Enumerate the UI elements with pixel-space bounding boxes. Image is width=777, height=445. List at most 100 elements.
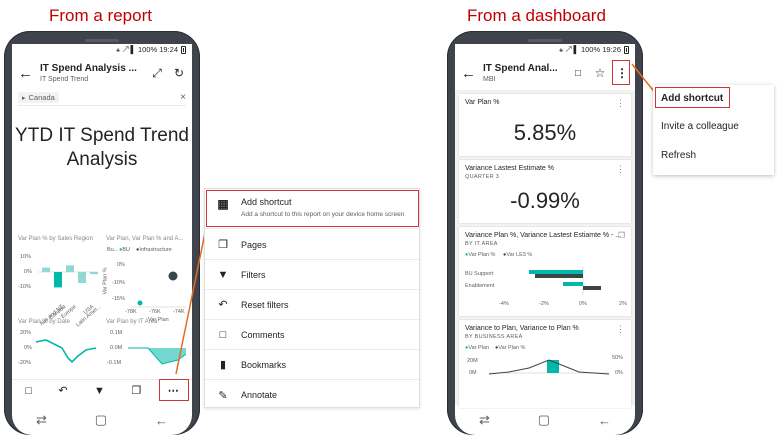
expand-icon[interactable]: ⤢	[150, 66, 164, 81]
bar-enablement-varplan	[563, 282, 583, 286]
earpiece	[85, 39, 119, 42]
chart3-ytick-0: 20%	[20, 330, 32, 336]
chart2-ytick-0: 0%	[117, 262, 125, 268]
tile3-xtick-0: -4%	[499, 301, 509, 307]
refresh-icon[interactable]: ↻	[172, 66, 186, 80]
tile-var-plan[interactable]: Var Plan % ⋮ 5.85%	[459, 94, 631, 156]
chart1-bars	[38, 265, 98, 288]
caption-from-dashboard: From a dashboard	[467, 6, 606, 25]
popup-add-shortcut-highlight	[655, 87, 730, 108]
tile4-combo	[489, 359, 609, 375]
chart2-ytick-2: -15%	[112, 296, 125, 302]
bar-enablement-le3	[583, 286, 601, 290]
chart1-bar-4	[90, 272, 98, 275]
status-text: ⚹ ↗ ▌ 100% 19:26	[558, 45, 621, 54]
comments-icon: □	[219, 328, 227, 341]
status-text: ⚹ ↗ ▌ 100% 19:24	[115, 45, 178, 54]
comments-toolbar-icon[interactable]: □	[25, 385, 32, 397]
comments-icon[interactable]: □	[571, 68, 585, 79]
battery-icon	[181, 46, 186, 54]
report-heading-line2: Analysis	[66, 149, 138, 170]
status-bar: ⚹ ↗ ▌ 100% 19:24	[12, 44, 192, 56]
reset-icon: ↶	[218, 299, 228, 311]
home-icon[interactable]: ▢	[95, 412, 107, 428]
tile-more-icon[interactable]: ⋮	[616, 324, 625, 335]
menu-item-pages[interactable]: ❐ Pages	[205, 230, 419, 260]
chart1-bar-0	[42, 267, 50, 272]
menu-item-label: Bookmarks	[241, 359, 287, 370]
menu-item-annotate[interactable]: ✎ Annotate	[205, 380, 419, 410]
chart4-title: Var Plan by IT Area	[106, 319, 158, 325]
tile-title: Variance Plan %, Variance Lastest Estiam…	[465, 232, 622, 239]
chart2-legend-bu: ●BU	[119, 247, 130, 253]
dashboard-more-menu: Add shortcut Invite a colleague Refresh	[653, 85, 774, 175]
caption-from-report: From a report	[49, 6, 152, 25]
menu-item-filters[interactable]: ▼ Filters	[205, 260, 419, 290]
chart3-ytick-1: 0%	[24, 345, 32, 351]
system-back-icon[interactable]: ←	[598, 413, 611, 428]
tile-subtitle: BY BUSINESS AREA	[465, 334, 523, 340]
system-nav-bar: ⇄ ▢ ←	[12, 405, 192, 435]
tile-more-icon[interactable]: ⋮	[616, 98, 625, 109]
tile-title: Variance Lastest Estimate %	[465, 165, 554, 172]
status-bar: ⚹ ↗ ▌ 100% 19:26	[455, 44, 635, 56]
filter-toolbar-icon[interactable]: ▼	[94, 385, 105, 397]
popup-item-invite-colleague[interactable]: Invite a colleague	[661, 121, 739, 132]
tile3-legend-1: ●Var LE3 %	[503, 252, 533, 258]
tile-variance-bar-chart[interactable]: Variance Plan %, Variance Lastest Estiam…	[459, 227, 631, 316]
tile3-cat-0: BU Support	[465, 271, 494, 277]
menu-item-comments[interactable]: □ Comments	[205, 320, 419, 350]
back-arrow-icon[interactable]: ←	[461, 65, 476, 82]
tile4-yright-0: 50%	[612, 355, 624, 361]
back-arrow-icon[interactable]: ←	[18, 65, 33, 82]
chart1-bar-1	[54, 272, 62, 288]
chart1-ytick-1: 0%	[24, 269, 32, 275]
battery-icon	[624, 46, 629, 54]
chart2-legend-infra: ●Infrastructure	[136, 247, 172, 253]
tile-subtitle: QUARTER 3	[465, 174, 500, 180]
reset-toolbar-icon[interactable]: ↶	[58, 384, 67, 397]
menu-item-reset-filters[interactable]: ↶ Reset filters	[205, 290, 419, 320]
menu-item-label: Comments	[241, 329, 285, 340]
filter-icon: ▼	[217, 268, 229, 281]
tile-variance-lastest-estimate[interactable]: Variance Lastest Estimate % QUARTER 3 ⋮ …	[459, 160, 631, 223]
dashboard-app-bar: ← IT Spend Anal... MBI □ ☆ ⋮	[455, 56, 635, 90]
chart2-legend-prefix: Bu...	[107, 247, 119, 253]
report-app-bar: ← IT Spend Analysis ... IT Spend Trend ⤢…	[12, 56, 192, 90]
add-shortcut-highlight	[206, 190, 419, 227]
system-back-icon[interactable]: ←	[155, 413, 168, 428]
tile-more-icon[interactable]: ⋮	[616, 164, 625, 175]
filter-chip-label: Canada	[28, 93, 55, 102]
tile3-cat-1: Enablement	[465, 283, 495, 289]
chart1-ytick-2: -10%	[18, 284, 31, 290]
chart1-title: Var Plan % by Sales Region	[18, 236, 93, 242]
more-options-highlight	[159, 379, 189, 401]
popup-item-refresh[interactable]: Refresh	[661, 150, 696, 161]
chart2-xtick-0: -78K	[125, 309, 137, 315]
chart1-bar-3	[78, 272, 86, 283]
recents-icon[interactable]: ⇄	[36, 412, 47, 428]
earpiece	[528, 39, 562, 42]
tile-title: Variance to Plan, Variance to Plan %	[465, 325, 579, 332]
tile-variance-to-plan[interactable]: Variance to Plan, Variance to Plan % BY …	[459, 320, 631, 408]
chart2-ytick-1: -10%	[112, 280, 125, 286]
filter-chip[interactable]: ▸ Canada	[18, 92, 59, 103]
dashboard-app-subtitle: MBI	[483, 76, 496, 83]
menu-item-bookmarks[interactable]: ▮ Bookmarks	[205, 350, 419, 380]
dashboard-app-title: IT Spend Anal...	[483, 63, 558, 74]
menu-item-label: Pages	[241, 239, 267, 250]
recents-icon[interactable]: ⇄	[479, 412, 490, 428]
pages-toolbar-icon[interactable]: ❐	[131, 384, 141, 397]
chart4-ytick-1: 0.0M	[110, 345, 123, 351]
system-nav-bar: ⇄ ▢ ←	[455, 405, 635, 435]
favorite-star-icon[interactable]: ☆	[593, 66, 607, 80]
chart2-ylabel: Var Plan %	[102, 267, 109, 295]
tile-copy-icon[interactable]: ❐	[618, 231, 625, 240]
tile-title: Var Plan %	[465, 99, 500, 106]
tile4-yleft-0: 20M	[467, 358, 478, 364]
home-icon[interactable]: ▢	[538, 412, 550, 428]
tile3-xtick-2: 0%	[579, 301, 587, 307]
pages-icon: ❐	[218, 239, 228, 251]
tile4-yright-1: 0%	[615, 370, 623, 376]
close-icon[interactable]: ×	[180, 92, 186, 103]
